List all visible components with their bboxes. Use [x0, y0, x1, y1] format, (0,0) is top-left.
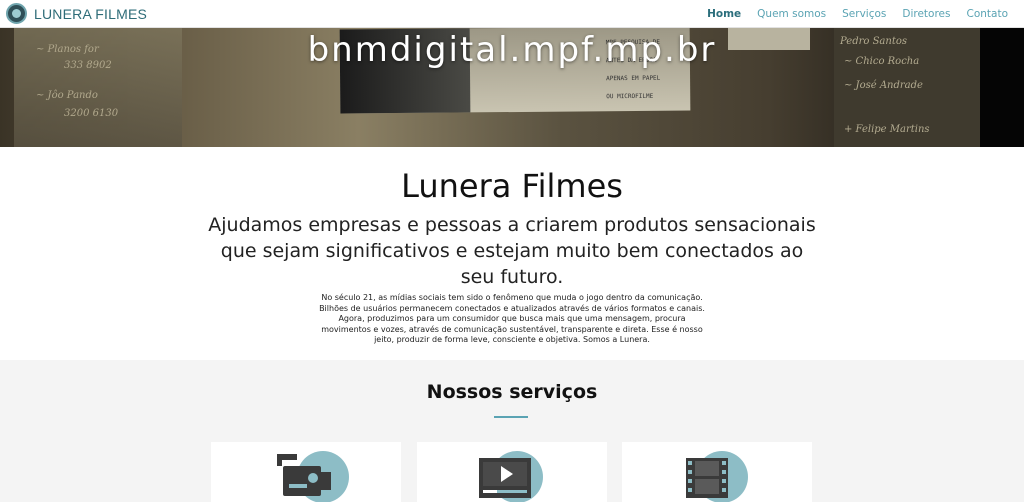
intro-title: Lunera Filmes [401, 167, 623, 205]
navbar: LUNERA FILMES Home Quem somos Serviços D… [0, 0, 1024, 28]
brand-link[interactable]: LUNERA FILMES [6, 3, 147, 24]
nav-item-home[interactable]: Home [707, 8, 741, 20]
service-card-film-strip[interactable] [622, 442, 812, 502]
video-camera-icon [277, 454, 331, 496]
hero-banner: ~ Planos for 333 8902 ~ Jôo Pando 3200 6… [0, 28, 1024, 147]
video-player-icon [479, 458, 531, 498]
services-title: Nossos serviços [426, 381, 598, 403]
main-nav: Home Quem somos Serviços Diretores Conta… [691, 0, 1008, 28]
service-card-video-player[interactable] [417, 442, 607, 502]
nav-item-diretores[interactable]: Diretores [902, 8, 950, 20]
services-section: Nossos serviços [0, 360, 1024, 502]
nav-item-contato[interactable]: Contato [966, 8, 1008, 20]
services-title-underline [494, 416, 528, 418]
intro-description: No século 21, as mídias sociais tem sido… [319, 293, 705, 345]
brand-logo-icon [6, 3, 27, 24]
film-strip-icon [686, 458, 728, 498]
hero-overlay-url: bnmdigital.mpf.mp.br [307, 30, 717, 70]
brand-name: LUNERA FILMES [34, 5, 148, 22]
intro-subtitle: Ajudamos empresas e pessoas a criarem pr… [208, 214, 816, 288]
service-card-video-camera[interactable] [211, 442, 401, 502]
nav-item-servicos[interactable]: Serviços [842, 8, 886, 20]
intro-section: Lunera Filmes Ajudamos empresas e pessoa… [0, 147, 1024, 360]
nav-item-quem-somos[interactable]: Quem somos [757, 8, 826, 20]
